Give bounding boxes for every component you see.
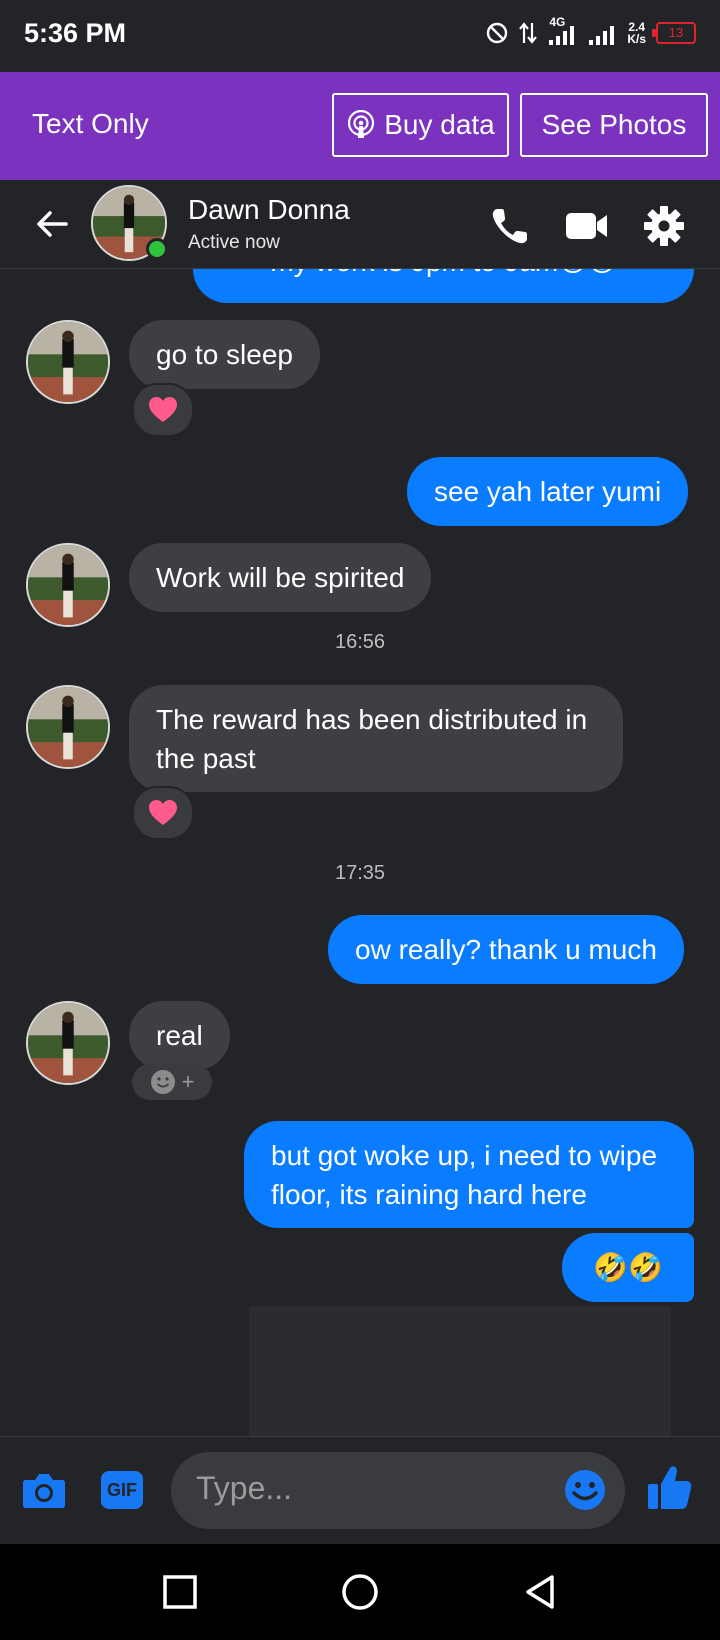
gif-button[interactable]: GIF — [101, 1471, 143, 1509]
signal-icon-2 — [589, 26, 615, 45]
sender-avatar[interactable] — [26, 320, 110, 404]
online-status-dot — [146, 238, 168, 260]
outgoing-message[interactable]: my work is 9pm to 9am😅😁 — [193, 269, 694, 303]
incoming-message[interactable]: The reward has been distributed in the p… — [129, 685, 623, 792]
buy-data-button[interactable]: Buy data — [332, 93, 509, 157]
emoji-icon[interactable] — [563, 1468, 607, 1512]
recent-apps-icon[interactable] — [160, 1572, 200, 1612]
sender-avatar[interactable] — [26, 543, 110, 627]
heart-reaction-icon — [149, 397, 177, 422]
message-input-placeholder: Type... — [196, 1470, 293, 1506]
video-call-icon[interactable] — [564, 204, 608, 248]
outgoing-message[interactable]: ow really? thank u much — [328, 915, 684, 984]
add-reaction-button[interactable]: + — [132, 1064, 212, 1100]
speed-unit: K/s — [627, 32, 646, 46]
plus-icon: + — [181, 1069, 195, 1094]
loading-attachment-placeholder — [249, 1306, 671, 1436]
battery-icon: 13 — [652, 22, 696, 44]
outgoing-message[interactable]: 🤣🤣 — [562, 1233, 694, 1302]
message-timestamp: 16:56 — [334, 631, 386, 653]
banner-title: Text Only — [32, 108, 149, 139]
data-mode-banner: Text Only Buy data See Photos — [0, 72, 720, 180]
data-transfer-icon — [519, 22, 538, 44]
contact-name[interactable]: Dawn Donna — [188, 194, 350, 226]
buy-data-label: Buy data — [384, 109, 495, 140]
incoming-message[interactable]: go to sleep — [129, 320, 320, 389]
reaction-badge[interactable] — [132, 383, 194, 437]
outgoing-message[interactable]: see yah later yumi — [407, 457, 689, 526]
sender-avatar[interactable] — [26, 1001, 110, 1085]
system-navigation-bar — [0, 1544, 720, 1640]
back-triangle-icon[interactable] — [520, 1572, 560, 1612]
chat-header: Dawn Donna Active now — [0, 180, 720, 269]
thumbs-up-icon[interactable] — [646, 1464, 692, 1512]
sender-avatar[interactable] — [26, 685, 110, 769]
back-arrow-icon[interactable] — [32, 204, 72, 244]
status-icons: 4G 2.4 K/s 13 — [485, 16, 696, 46]
status-bar: 5:36 PM 4G 2.4 K/s 13 — [0, 0, 720, 72]
heart-reaction-icon — [149, 800, 177, 825]
home-circle-icon[interactable] — [340, 1572, 380, 1612]
camera-icon[interactable] — [22, 1470, 66, 1510]
message-clip: my work is 9pm to 9am😅😁 — [193, 269, 694, 303]
network-speed: 2.4 K/s — [627, 21, 646, 45]
contact-status: Active now — [188, 232, 280, 253]
outgoing-message[interactable]: but got woke up, i need to wipe floor, i… — [244, 1121, 694, 1228]
reaction-badge[interactable] — [132, 786, 194, 840]
incoming-message[interactable]: real — [129, 1001, 230, 1070]
incoming-message[interactable]: Work will be spirited — [129, 543, 432, 612]
voice-call-icon[interactable] — [488, 204, 532, 248]
do-not-disturb-icon — [487, 22, 508, 44]
message-timestamp: 17:35 — [334, 862, 386, 884]
settings-gear-icon[interactable] — [642, 204, 686, 248]
see-photos-button[interactable]: See Photos — [520, 93, 708, 157]
smiley-icon — [150, 1070, 175, 1094]
status-time: 5:36 PM — [24, 18, 127, 48]
message-composer: GIF Type... — [0, 1436, 720, 1545]
gif-label: GIF — [107, 1479, 137, 1500]
see-photos-label: See Photos — [541, 109, 687, 140]
signal-icon-1: 4G — [547, 16, 577, 46]
broadcast-icon — [348, 110, 375, 138]
